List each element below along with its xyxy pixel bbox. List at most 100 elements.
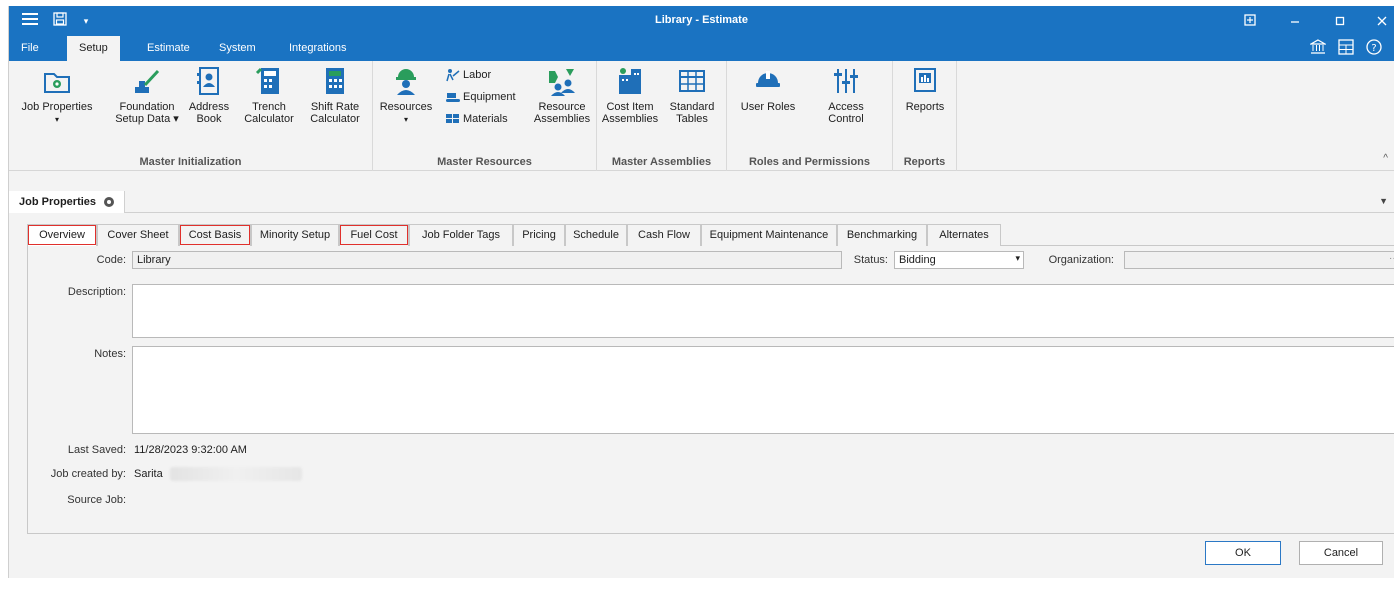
foundation-label-1: Foundation [119, 101, 175, 113]
reports-button[interactable]: Reports [897, 65, 953, 113]
resource-assemblies-icon [549, 69, 575, 96]
notes-textarea[interactable]: ^ v [132, 346, 1394, 434]
folder-gear-icon [44, 73, 70, 93]
document-tab-strip: Job Properties ▼ [9, 191, 1394, 213]
tab-benchmarking[interactable]: Benchmarking [837, 224, 927, 246]
resources-button[interactable]: Resources ▾ [379, 65, 433, 126]
close-icon[interactable] [1373, 12, 1391, 30]
cost-item-label-1: Cost Item [606, 101, 654, 113]
menu-tab-estimate[interactable]: Estimate [135, 36, 202, 61]
minimize-icon[interactable] [1286, 12, 1304, 30]
hard-hat-icon [756, 71, 780, 87]
cost-item-label-2: Assemblies [601, 113, 659, 125]
code-field[interactable]: Library [132, 251, 842, 269]
tab-equipment-maintenance[interactable]: Equipment Maintenance [701, 224, 837, 246]
overview-panel: Code: Library Status: Bidding ▾ Organiza… [27, 246, 1394, 534]
cost-item-assemblies-button[interactable]: Cost Item Assemblies [601, 65, 659, 125]
tab-minority-setup[interactable]: Minority Setup [251, 224, 339, 246]
code-label: Code: [96, 254, 126, 266]
tab-cover-sheet[interactable]: Cover Sheet [97, 224, 179, 246]
group-label-master-initialization: Master Initialization [139, 156, 242, 168]
materials-button[interactable]: Materials [445, 111, 508, 127]
ribbon-group-master-resources: Resources ▾ Labor Equipment Materials Res… [373, 61, 597, 171]
organization-browse-icon[interactable]: ··· [1389, 253, 1394, 264]
page-tabs: Overview Cover Sheet Cost Basis Minority… [27, 224, 1394, 246]
status-dropdown[interactable]: Bidding ▾ [894, 251, 1024, 269]
job-properties-label: Job Properties [21, 101, 93, 113]
cost-item-assemblies-icon [619, 68, 641, 94]
worker-icon [396, 69, 416, 95]
sliders-icon [834, 69, 858, 93]
trench-label-2: Calculator [244, 113, 294, 125]
group-label-roles-permissions: Roles and Permissions [748, 156, 871, 168]
cancel-button[interactable]: Cancel [1299, 541, 1383, 565]
standard-tables-button[interactable]: Standard Tables [663, 65, 721, 125]
group-label-master-assemblies: Master Assemblies [611, 156, 712, 168]
table-icon [679, 70, 705, 92]
trench-label-1: Trench [252, 101, 286, 113]
maximize-icon[interactable] [1331, 12, 1349, 30]
foundation-setup-data-button[interactable]: Foundation Setup Data ▾ [105, 65, 189, 125]
created-by-label: Job created by: [50, 468, 126, 480]
tab-schedule[interactable]: Schedule [565, 224, 627, 246]
menu-tab-integrations[interactable]: Integrations [277, 36, 358, 61]
user-roles-label: User Roles [740, 101, 796, 113]
window-title: Library - Estimate [655, 14, 748, 26]
resources-label: Resources [379, 101, 433, 113]
equipment-button[interactable]: Equipment [445, 89, 516, 105]
equipment-label: Equipment [463, 91, 516, 103]
resource-assemblies-button[interactable]: Resource Assemblies [531, 65, 593, 125]
tab-job-folder-tags[interactable]: Job Folder Tags [409, 224, 513, 246]
collapse-ribbon-icon[interactable]: ^ [1383, 153, 1388, 164]
calculator-icon [255, 67, 279, 94]
ribbon-group-roles-permissions: User Roles Access Control Roles and Perm… [727, 61, 893, 171]
standard-tables-label-1: Standard [669, 101, 715, 113]
shift-rate-label-1: Shift Rate [310, 101, 360, 113]
address-book-button[interactable]: Address Book [187, 65, 231, 125]
application-window: ▾ Library - Estimate File Setup Estimate… [8, 6, 1394, 578]
tab-overview[interactable]: Overview [27, 224, 97, 246]
ok-button[interactable]: OK [1205, 541, 1281, 565]
last-saved-label: Last Saved: [67, 444, 126, 456]
organization-field[interactable]: ··· [1124, 251, 1394, 269]
trowel-icon [135, 69, 160, 93]
shift-rate-label-2: Calculator [310, 113, 360, 125]
menu-tab-file[interactable]: File [9, 36, 51, 61]
user-roles-button[interactable]: User Roles [735, 65, 801, 113]
chevron-down-icon[interactable]: ▼ [1379, 196, 1388, 206]
organization-label: Organization: [1048, 254, 1114, 266]
materials-icon [446, 114, 459, 124]
tab-cash-flow[interactable]: Cash Flow [627, 224, 701, 246]
restore-layout-icon[interactable] [1241, 12, 1259, 30]
close-tab-icon[interactable] [104, 197, 115, 208]
access-control-button[interactable]: Access Control [813, 65, 879, 125]
tab-alternates[interactable]: Alternates [927, 224, 1001, 246]
layout-grid-icon[interactable] [1337, 39, 1355, 58]
tab-cost-basis[interactable]: Cost Basis [179, 224, 251, 246]
trench-calculator-button[interactable]: Trench Calculator [241, 65, 297, 125]
ribbon: Job Properties ▾ Foundation Setup Data ▾ … [9, 61, 1394, 171]
report-icon [914, 68, 936, 92]
tab-fuel-cost[interactable]: Fuel Cost [339, 224, 409, 246]
labor-icon [446, 69, 460, 82]
tab-pricing[interactable]: Pricing [513, 224, 565, 246]
help-icon[interactable]: ? [1365, 39, 1383, 58]
notes-label: Notes: [94, 348, 126, 360]
foundation-label-2: Setup Data ▾ [115, 113, 179, 125]
bank-icon[interactable] [1308, 39, 1328, 58]
access-control-label-1: Access [828, 101, 864, 113]
shift-rate-calculator-button[interactable]: Shift Rate Calculator [305, 65, 365, 125]
standard-tables-label-2: Tables [676, 113, 708, 125]
labor-label: Labor [463, 69, 492, 81]
resource-assemblies-label-2: Assemblies [533, 113, 591, 125]
ribbon-group-reports: Reports Reports [893, 61, 957, 171]
shift-rate-calculator-icon [326, 68, 344, 94]
address-label-1: Address [188, 101, 230, 113]
menu-tab-setup[interactable]: Setup [67, 36, 120, 61]
address-label-2: Book [196, 113, 222, 125]
description-textarea[interactable] [132, 284, 1394, 338]
job-properties-button[interactable]: Job Properties ▾ [15, 65, 99, 126]
doc-tab-job-properties[interactable]: Job Properties [9, 191, 126, 213]
menu-tab-system[interactable]: System [207, 36, 268, 61]
labor-button[interactable]: Labor [445, 67, 491, 83]
